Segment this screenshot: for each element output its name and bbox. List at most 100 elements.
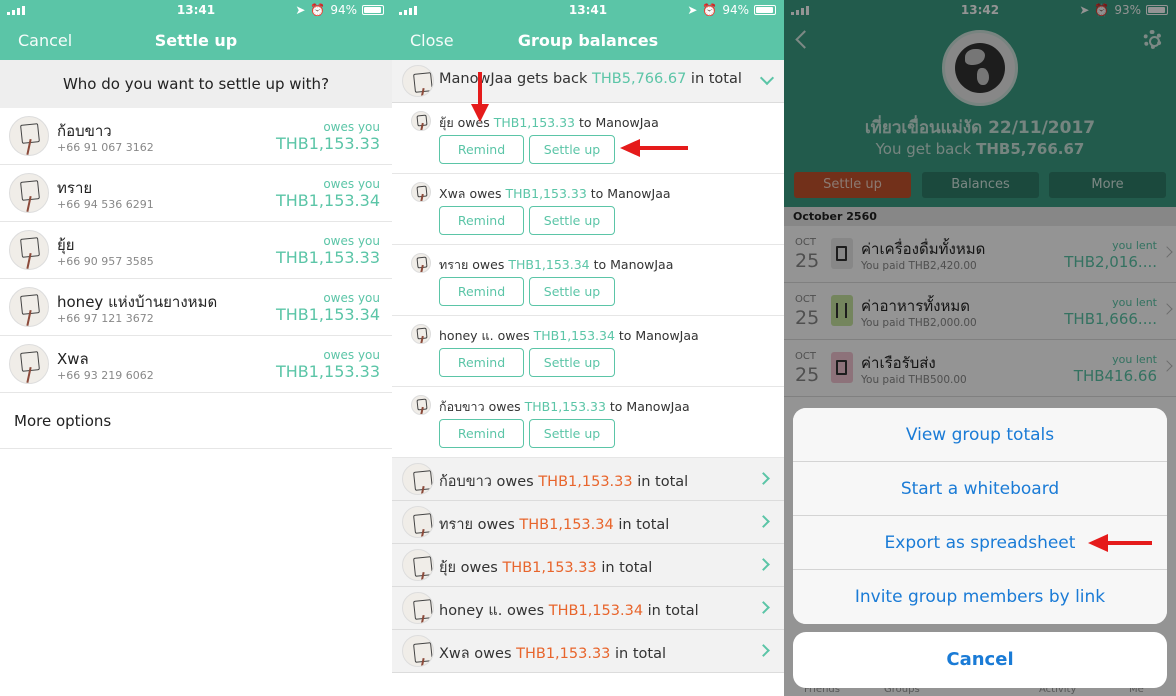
remind-button[interactable]: Remind (439, 277, 524, 306)
member-amount: THB1,153.33 (538, 474, 633, 490)
avatar (402, 635, 434, 667)
member-name: ทราย (439, 517, 473, 533)
member-name: ยุ้ย (57, 236, 75, 254)
cancel-button[interactable]: Cancel (793, 632, 1167, 688)
avatar (402, 506, 434, 538)
debt-amount: THB1,153.33 (505, 186, 587, 201)
nav-bar: Cancel Settle up (0, 20, 392, 60)
member-total-row[interactable]: ก้อบขาว owes THB1,153.33 in total (392, 458, 784, 501)
start-whiteboard-option[interactable]: Start a whiteboard (793, 462, 1167, 516)
debt-target: to ManowJaa (618, 328, 699, 343)
avatar (9, 287, 49, 327)
debt-text: ทราย owes THB1,153.34 to ManowJaa (439, 255, 673, 275)
member-status: owes you (323, 348, 380, 362)
creditor-summary: ManowJaa gets back THB5,766.67 in total (439, 71, 742, 87)
avatar (9, 116, 49, 156)
avatar (9, 173, 49, 213)
action-sheet: View group totals Start a whiteboard Exp… (793, 408, 1167, 624)
settle-up-button[interactable]: Settle up (529, 277, 615, 306)
member-row[interactable]: Xwล +66 93 219 6062 owes you THB1,153.33 (0, 336, 392, 393)
avatar (9, 344, 49, 384)
debt-amount: THB1,153.33 (493, 115, 575, 130)
settle-up-button[interactable]: Settle up (529, 419, 615, 448)
debt-text: ก้อบขาว owes THB1,153.33 to ManowJaa (439, 397, 690, 417)
member-total-row[interactable]: Xwล owes THB1,153.33 in total (392, 630, 784, 673)
chevron-down-icon[interactable] (759, 70, 775, 86)
member-total-row[interactable]: honey แ. owes THB1,153.34 in total (392, 587, 784, 630)
settle-up-button[interactable]: Settle up (529, 135, 615, 164)
remind-button[interactable]: Remind (439, 348, 524, 377)
battery-percent: 94% (330, 3, 357, 17)
member-row[interactable]: ยุ้ย +66 90 957 3585 owes you THB1,153.3… (0, 222, 392, 279)
avatar (402, 65, 434, 97)
creditor-amount: THB5,766.67 (592, 71, 687, 87)
remind-button[interactable]: Remind (439, 419, 524, 448)
debt-row: ก้อบขาว owes THB1,153.33 to ManowJaa Rem… (392, 387, 784, 458)
member-amount: THB1,153.34 (519, 517, 614, 533)
creditor-row[interactable]: ManowJaa gets back THB5,766.67 in total (392, 60, 784, 103)
member-status: owes you (323, 120, 380, 134)
member-name: honey แ. (439, 603, 503, 619)
settle-up-screen: 13:41 ➤ ⏰ 94% Cancel Settle up Who do yo… (0, 0, 392, 696)
member-phone: +66 93 219 6062 (57, 369, 154, 382)
member-status: owes you (323, 177, 380, 191)
avatar (402, 592, 434, 624)
annotation-arrow-left (638, 146, 688, 150)
debt-target: to ManowJaa (590, 186, 671, 201)
annotation-arrowhead-left (1088, 534, 1108, 552)
member-row[interactable]: ก้อบขาว +66 91 067 3162 owes you THB1,15… (0, 108, 392, 165)
more-options-button[interactable]: More options (0, 393, 392, 449)
debt-row: ทราย owes THB1,153.34 to ManowJaa Remind… (392, 245, 784, 316)
remind-button[interactable]: Remind (439, 135, 524, 164)
page-title: Group balances (517, 31, 659, 50)
debt-row: Xwล owes THB1,153.33 to ManowJaa Remind … (392, 174, 784, 245)
app-root: 13:41 ➤ ⏰ 94% Cancel Settle up Who do yo… (0, 0, 1176, 696)
battery-icon (754, 5, 776, 15)
debtor-name: Xwล (439, 186, 466, 201)
member-total-text: ก้อบขาว owes THB1,153.33 in total (439, 470, 688, 493)
debtor-name: ยุ้ย (439, 115, 454, 130)
remind-button[interactable]: Remind (439, 206, 524, 235)
battery-icon (362, 5, 384, 15)
invite-by-link-option[interactable]: Invite group members by link (793, 570, 1167, 624)
status-bar: 13:41 ➤ ⏰ 94% (392, 0, 784, 20)
debt-verb: owes (472, 257, 505, 272)
member-total-text: ยุ้ย owes THB1,153.33 in total (439, 556, 652, 579)
debtor-name: ก้อบขาว (439, 399, 485, 414)
avatar (402, 549, 434, 581)
avatar (411, 111, 431, 131)
member-amount: THB1,153.33 (502, 560, 597, 576)
member-name: ก้อบขาว (57, 122, 112, 140)
member-verb: owes (506, 603, 545, 619)
debt-row: honey แ. owes THB1,153.34 to ManowJaa Re… (392, 316, 784, 387)
battery-percent: 94% (722, 3, 749, 17)
annotation-arrowhead-left (620, 139, 640, 157)
member-total-row[interactable]: ยุ้ย owes THB1,153.33 in total (392, 544, 784, 587)
settle-up-button[interactable]: Settle up (529, 348, 615, 377)
member-row[interactable]: ทราย +66 94 536 6291 owes you THB1,153.3… (0, 165, 392, 222)
settle-up-button[interactable]: Settle up (529, 206, 615, 235)
debt-amount: THB1,153.33 (524, 399, 606, 414)
avatar (411, 395, 431, 415)
chevron-right-icon (757, 558, 770, 571)
debt-amount: THB1,153.34 (533, 328, 615, 343)
location-icon: ➤ (687, 3, 698, 17)
debt-target: to ManowJaa (609, 399, 690, 414)
view-group-totals-option[interactable]: View group totals (793, 408, 1167, 462)
debt-amount: THB1,153.34 (508, 257, 590, 272)
chevron-right-icon (757, 472, 770, 485)
location-icon: ➤ (295, 3, 306, 17)
member-amount: THB1,153.33 (275, 134, 380, 153)
member-verb: owes (496, 474, 534, 490)
member-row[interactable]: honey แห่งบ้านยางหมด +66 97 121 3672 owe… (0, 279, 392, 336)
settle-question: Who do you want to settle up with? (0, 60, 392, 108)
debt-row: ยุ้ย owes THB1,153.33 to ManowJaa Remind… (392, 103, 784, 174)
member-total-row[interactable]: ทราย owes THB1,153.34 in total (392, 501, 784, 544)
member-phone: +66 94 536 6291 (57, 198, 154, 211)
debt-text: honey แ. owes THB1,153.34 to ManowJaa (439, 326, 699, 346)
nav-bar: Close Group balances (392, 20, 784, 60)
creditor-suffix: in total (690, 71, 742, 87)
member-total-text: Xwล owes THB1,153.33 in total (439, 642, 666, 665)
avatar (411, 253, 431, 273)
member-phone: +66 97 121 3672 (57, 312, 154, 325)
